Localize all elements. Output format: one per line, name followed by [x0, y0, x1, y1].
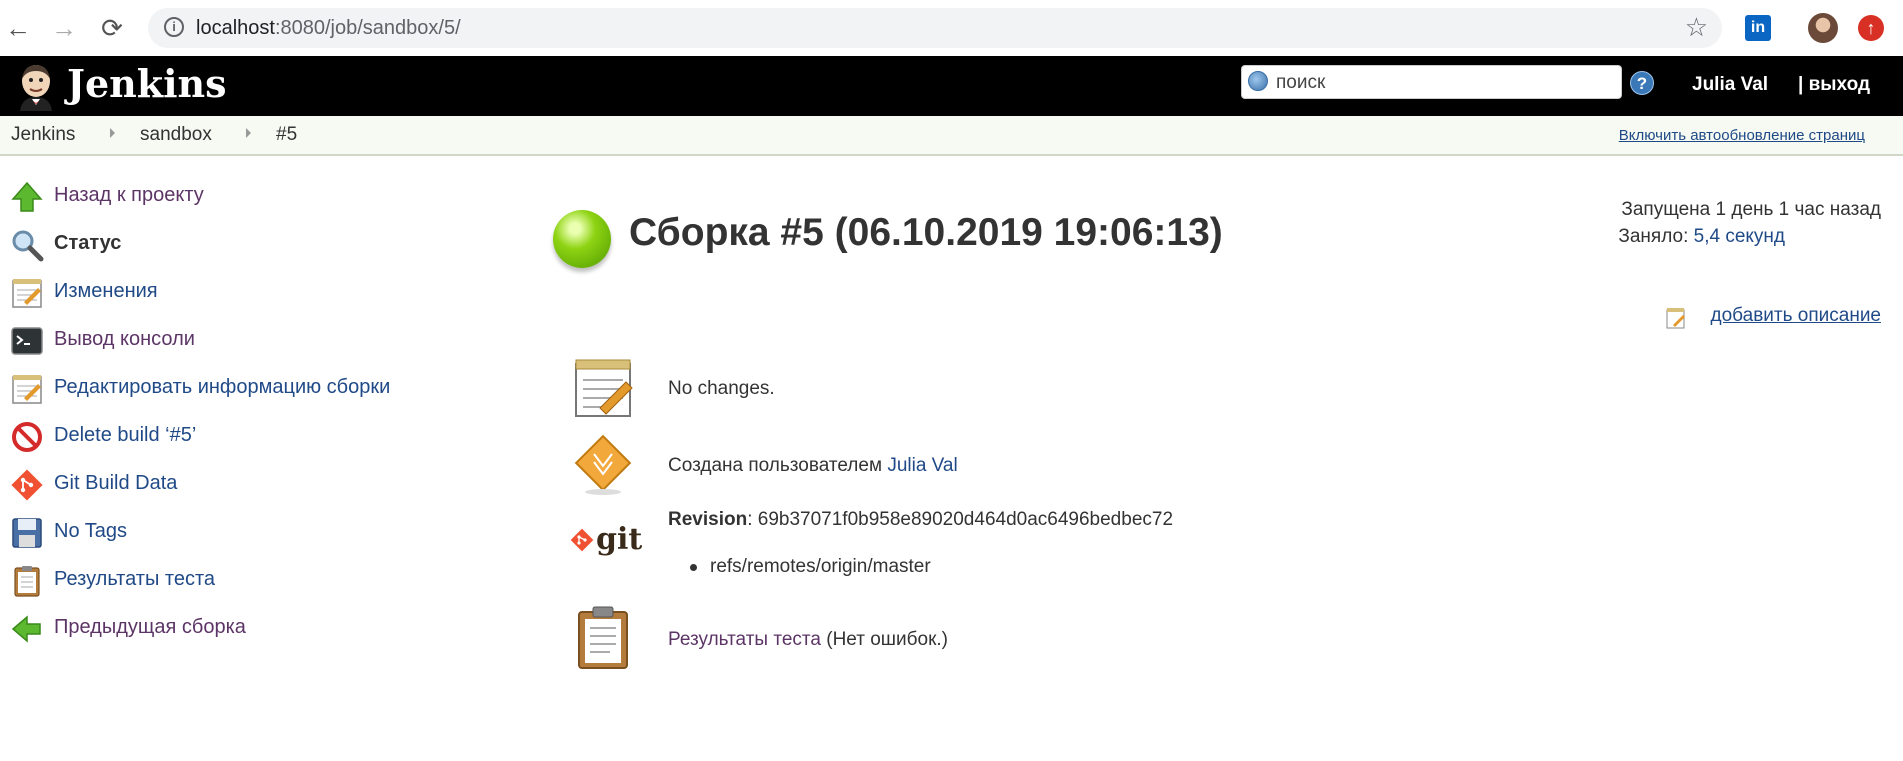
build-status-ball-icon [553, 210, 611, 268]
breadcrumb-jenkins[interactable]: Jenkins [11, 124, 75, 146]
forward-icon[interactable]: → [48, 12, 80, 44]
notepad-icon [575, 359, 633, 417]
search-box[interactable] [1241, 65, 1622, 99]
page-title: Сборка #5 (06.10.2019 19:06:13) [629, 211, 1223, 254]
site-info-icon[interactable]: i [164, 17, 184, 37]
sidebar-item-label: Delete build ‘#5’ [54, 424, 197, 446]
breadcrumb: Jenkins sandbox #5 Включить автообновлен… [0, 116, 1903, 156]
no-entry-icon [12, 422, 42, 452]
revision-label: Revision [668, 509, 748, 530]
up-arrow-icon [11, 181, 43, 212]
search-icon [12, 230, 44, 262]
created-by-user-link[interactable]: Julia Val [887, 455, 957, 476]
test-results-link[interactable]: Результаты теста [668, 629, 821, 650]
url-text[interactable]: localhost:8080/job/sandbox/5/ [196, 17, 461, 40]
bullet-icon [690, 564, 697, 571]
save-icon [12, 518, 42, 548]
branch-text: refs/remotes/origin/master [710, 556, 931, 577]
branch-list-item: refs/remotes/origin/master [690, 556, 931, 578]
user-link[interactable]: Julia Val [1692, 74, 1768, 96]
revision-value: : 69b37071f0b958e89020d464d0ac6496bedbec… [747, 509, 1174, 530]
sidebar-item-label: Предыдущая сборка [54, 616, 246, 638]
created-by-label: Создана пользователем [668, 455, 888, 476]
git-icon [11, 469, 43, 501]
browser-toolbar: ← → ⟳ i localhost:8080/job/sandbox/5/ ☆ … [0, 0, 1903, 57]
created-by-text: Создана пользователем Julia Val [668, 455, 958, 477]
search-input[interactable] [1274, 70, 1608, 96]
build-duration: Заняло: 5,4 секунд [1618, 226, 1785, 248]
sidebar-item-label: Статус [54, 232, 122, 254]
sidebar-item-label: Вывод консоли [54, 328, 195, 350]
chevron-right-icon[interactable] [110, 128, 115, 138]
profile-avatar[interactable] [1808, 13, 1838, 43]
sidebar-item-label: No Tags [54, 520, 128, 542]
add-description-link[interactable]: добавить описание [1711, 305, 1881, 327]
linkedin-extension-icon[interactable]: in [1745, 15, 1771, 41]
url-path: :8080/job/sandbox/5/ [274, 17, 461, 39]
left-arrow-icon [11, 615, 41, 643]
breadcrumb-build[interactable]: #5 [276, 124, 297, 146]
search-icon [1248, 71, 1268, 91]
git-logo-text: git [596, 522, 643, 557]
revision-line: Revision: 69b37071f0b958e89020d464d0ac64… [668, 509, 1173, 531]
url-host: localhost [196, 17, 275, 39]
clipboard-icon [578, 606, 628, 669]
user-cause-icon [574, 434, 632, 495]
breadcrumb-sandbox[interactable]: sandbox [140, 124, 212, 146]
back-icon[interactable]: ← [2, 12, 34, 44]
bookmark-star-icon[interactable]: ☆ [1685, 12, 1708, 43]
test-results-summary: (Нет ошибок.) [820, 629, 949, 650]
test-results-line: Результаты теста (Нет ошибок.) [668, 629, 948, 651]
clipboard-icon [14, 566, 40, 597]
terminal-icon [11, 327, 43, 355]
jenkins-logo-text[interactable]: Jenkins [67, 59, 227, 109]
duration-link[interactable]: 5,4 секунд [1694, 226, 1785, 247]
git-logo-icon: git [570, 522, 642, 562]
sidebar-item-label: Изменения [54, 280, 158, 302]
address-bar[interactable]: i localhost:8080/job/sandbox/5/ ☆ [148, 8, 1722, 48]
git-diamond-icon [570, 528, 594, 552]
jenkins-header: Jenkins ? Julia Val | выход [0, 56, 1903, 116]
notepad-edit-icon[interactable] [1666, 307, 1686, 329]
no-changes-text: No changes. [668, 378, 775, 399]
sidebar-item-label: Назад к проекту [54, 184, 204, 206]
reload-icon[interactable]: ⟳ [96, 12, 128, 44]
jenkins-butler-icon[interactable] [12, 61, 60, 111]
build-started-text: Запущена 1 день 1 час назад [1621, 199, 1881, 220]
chevron-right-icon[interactable] [246, 128, 251, 138]
help-icon[interactable]: ? [1630, 71, 1654, 95]
notepad-edit-icon [12, 375, 42, 404]
duration-label: Заняло: [1618, 226, 1694, 247]
sidebar-item-label: Git Build Data [54, 472, 178, 494]
logout-link[interactable]: | выход [1798, 74, 1870, 96]
notepad-icon [12, 279, 42, 308]
sidebar-item-label: Редактировать информацию сборки [54, 376, 391, 398]
update-icon[interactable]: ↑ [1858, 15, 1884, 41]
sidebar-item-label: Результаты теста [54, 568, 216, 590]
auto-refresh-link[interactable]: Включить автообновление страниц [1619, 127, 1865, 144]
